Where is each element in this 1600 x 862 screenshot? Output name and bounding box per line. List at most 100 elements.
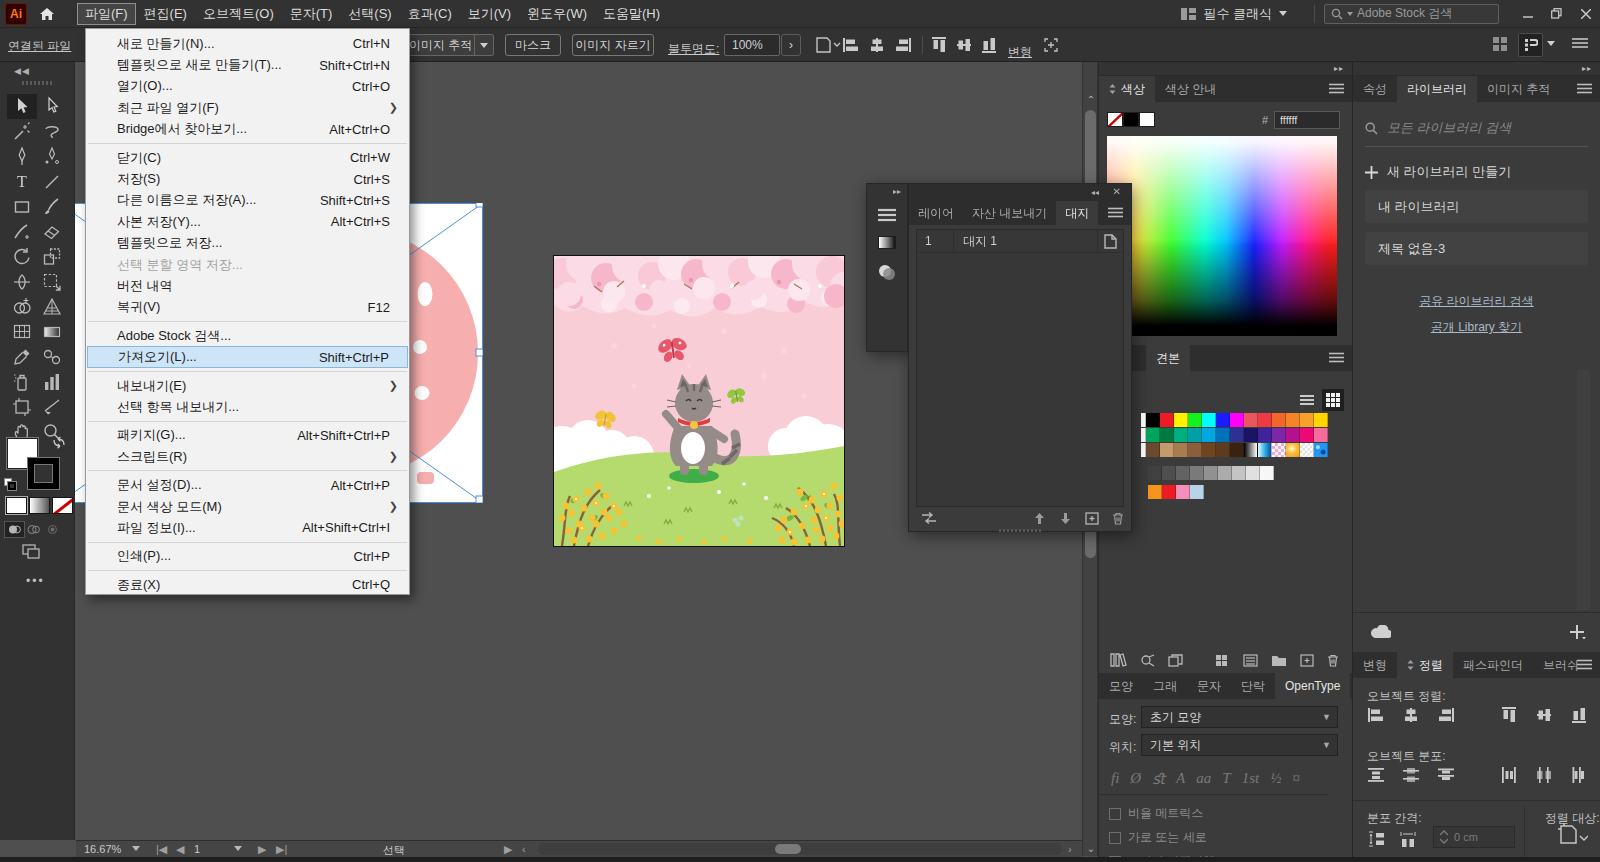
paintbrush-tool[interactable] — [37, 194, 67, 219]
draw-behind-mode[interactable] — [24, 522, 43, 537]
file-menu-item[interactable]: 복귀(V)F12 — [87, 297, 408, 318]
collapsed-panel-icon-1[interactable] — [878, 208, 907, 222]
swatch[interactable] — [1148, 466, 1162, 480]
next-artboard-icon[interactable]: ▶ — [258, 843, 266, 856]
workspace-switcher[interactable]: 필수 클래식 — [1181, 5, 1287, 23]
tab-견본[interactable]: 견본 — [1146, 345, 1190, 371]
opentype-feature[interactable]: Ø — [1130, 770, 1141, 788]
swatch[interactable] — [1160, 443, 1174, 457]
align-bottom-icon[interactable] — [1570, 706, 1588, 724]
dist-left-icon[interactable] — [1500, 766, 1518, 784]
checkbox[interactable] — [1109, 832, 1121, 844]
swatch[interactable] — [1202, 413, 1216, 427]
swatch[interactable] — [1204, 466, 1218, 480]
slice-tool[interactable] — [37, 394, 67, 419]
opentype-feature[interactable]: ¤ — [1292, 770, 1300, 788]
swatch[interactable] — [1188, 428, 1202, 442]
tools-drag-grip[interactable] — [22, 81, 52, 85]
rotate-tool[interactable] — [7, 244, 37, 269]
align-tabs-menu-icon[interactable] — [1577, 659, 1592, 670]
white-swatch[interactable] — [1139, 112, 1155, 127]
list-view-icon[interactable] — [1296, 389, 1318, 411]
swatch[interactable] — [1286, 413, 1300, 427]
width-tool[interactable] — [7, 269, 37, 294]
checkbox[interactable] — [1109, 808, 1121, 820]
file-menu-item[interactable]: 버전 내역 — [87, 275, 408, 296]
position-dropdown[interactable]: 기본 위치▼ — [1141, 734, 1338, 756]
align-top-icon[interactable] — [930, 36, 948, 54]
arrange-documents-icon[interactable] — [1492, 36, 1512, 54]
swatch[interactable] — [1272, 413, 1286, 427]
shape-builder-tool[interactable] — [7, 294, 37, 319]
menubar-item[interactable]: 윈도우(W) — [519, 3, 595, 25]
expand-dock-icon[interactable]: ▸▸ — [1334, 64, 1344, 73]
opentype-feature[interactable]: ½ — [1270, 770, 1281, 788]
library-link[interactable]: 공유 라이브러리 검색 — [1353, 293, 1600, 310]
file-menu-item[interactable]: 사본 저장(Y)...Alt+Ctrl+S — [87, 211, 408, 232]
swatch[interactable] — [1230, 428, 1244, 442]
opentype-feature[interactable]: aa — [1196, 770, 1211, 788]
docking-chevron-icon[interactable] — [1547, 41, 1555, 46]
rectangle-tool[interactable] — [7, 194, 37, 219]
scroll-right-icon[interactable]: › — [1068, 843, 1072, 855]
menubar-item[interactable]: 보기(V) — [460, 3, 519, 25]
panel-menu-icon[interactable] — [1108, 207, 1123, 218]
hex-value-input[interactable]: ffffff — [1274, 111, 1340, 129]
opacity-label[interactable]: 불투명도: — [668, 41, 719, 58]
create-library-button[interactable]: 새 라이브러리 만들기 — [1365, 163, 1588, 181]
align-middle-icon[interactable] — [955, 36, 973, 54]
tab-모양[interactable]: 모양 — [1099, 673, 1143, 699]
swatch[interactable] — [1300, 428, 1314, 442]
minimize-button[interactable] — [1513, 0, 1542, 28]
file-menu-item[interactable]: 열기(O)...Ctrl+O — [87, 76, 408, 97]
swatch[interactable] — [1258, 443, 1272, 457]
menubar-item[interactable]: 선택(S) — [340, 3, 399, 25]
menubar-item[interactable]: 오브젝트(O) — [195, 3, 282, 25]
paint-none-button[interactable] — [52, 497, 73, 514]
align-bottom-icon[interactable] — [980, 36, 998, 54]
swatch[interactable] — [1286, 428, 1300, 442]
file-menu-item[interactable]: Bridge에서 찾아보기...Alt+Ctrl+O — [87, 119, 408, 140]
blend-tool[interactable] — [37, 344, 67, 369]
swatch[interactable] — [1314, 413, 1328, 427]
swatch[interactable] — [1260, 466, 1274, 480]
collapse-panel-icon[interactable]: ◂◂ — [1091, 188, 1099, 197]
draw-inside-mode[interactable] — [43, 522, 62, 537]
opentype-feature[interactable]: A — [1176, 770, 1185, 788]
image-trace-dropdown[interactable]: 이미지 추적 — [400, 34, 494, 56]
swatch[interactable] — [1272, 428, 1286, 442]
symbol-sprayer-tool[interactable] — [7, 369, 37, 394]
artboard-row[interactable]: 1 대지 1 — [917, 230, 1123, 253]
collapsed-panel-icon-3[interactable] — [877, 263, 907, 281]
swatch[interactable] — [1188, 413, 1202, 427]
scale-tool[interactable] — [37, 244, 67, 269]
tab-라이브러리[interactable]: 라이브러리 — [1397, 76, 1477, 102]
last-artboard-icon[interactable]: ▶| — [276, 843, 287, 856]
docking-layout-button[interactable] — [1518, 33, 1543, 57]
collapsed-panel-icon-2[interactable] — [878, 236, 896, 249]
file-menu-item[interactable]: 인쇄(P)...Ctrl+P — [87, 546, 408, 567]
artboard-number[interactable]: 1 — [194, 843, 200, 855]
first-artboard-icon[interactable]: |◀ — [156, 843, 167, 856]
spacing-value-input[interactable]: 0 cm — [1433, 826, 1515, 848]
align-top-icon[interactable] — [1500, 706, 1518, 724]
restore-button[interactable] — [1542, 0, 1571, 28]
dist-right-icon[interactable] — [1570, 766, 1588, 784]
transform-label[interactable]: 변형 — [1008, 44, 1032, 61]
spacing-h-icon[interactable] — [1399, 830, 1417, 848]
spacing-v-icon[interactable] — [1367, 830, 1385, 848]
none-swatch[interactable] — [1107, 112, 1123, 127]
selection-tool[interactable] — [7, 94, 37, 119]
curvature-tool[interactable] — [37, 144, 67, 169]
stock-search-input[interactable]: Adobe Stock 검색 — [1324, 4, 1499, 24]
artboard-tool[interactable] — [7, 394, 37, 419]
swatch[interactable] — [1174, 413, 1188, 427]
swatch[interactable] — [1216, 428, 1230, 442]
dist-hcenter-icon[interactable] — [1535, 766, 1553, 784]
swatch[interactable] — [1162, 466, 1176, 480]
illustrator-logo-icon[interactable]: Ai — [5, 3, 27, 25]
paint-color-button[interactable] — [6, 497, 27, 514]
free-transform-icon[interactable] — [1042, 36, 1060, 54]
swap-fill-stroke-icon[interactable] — [52, 436, 66, 449]
tab-그래[interactable]: 그래 — [1143, 673, 1187, 699]
